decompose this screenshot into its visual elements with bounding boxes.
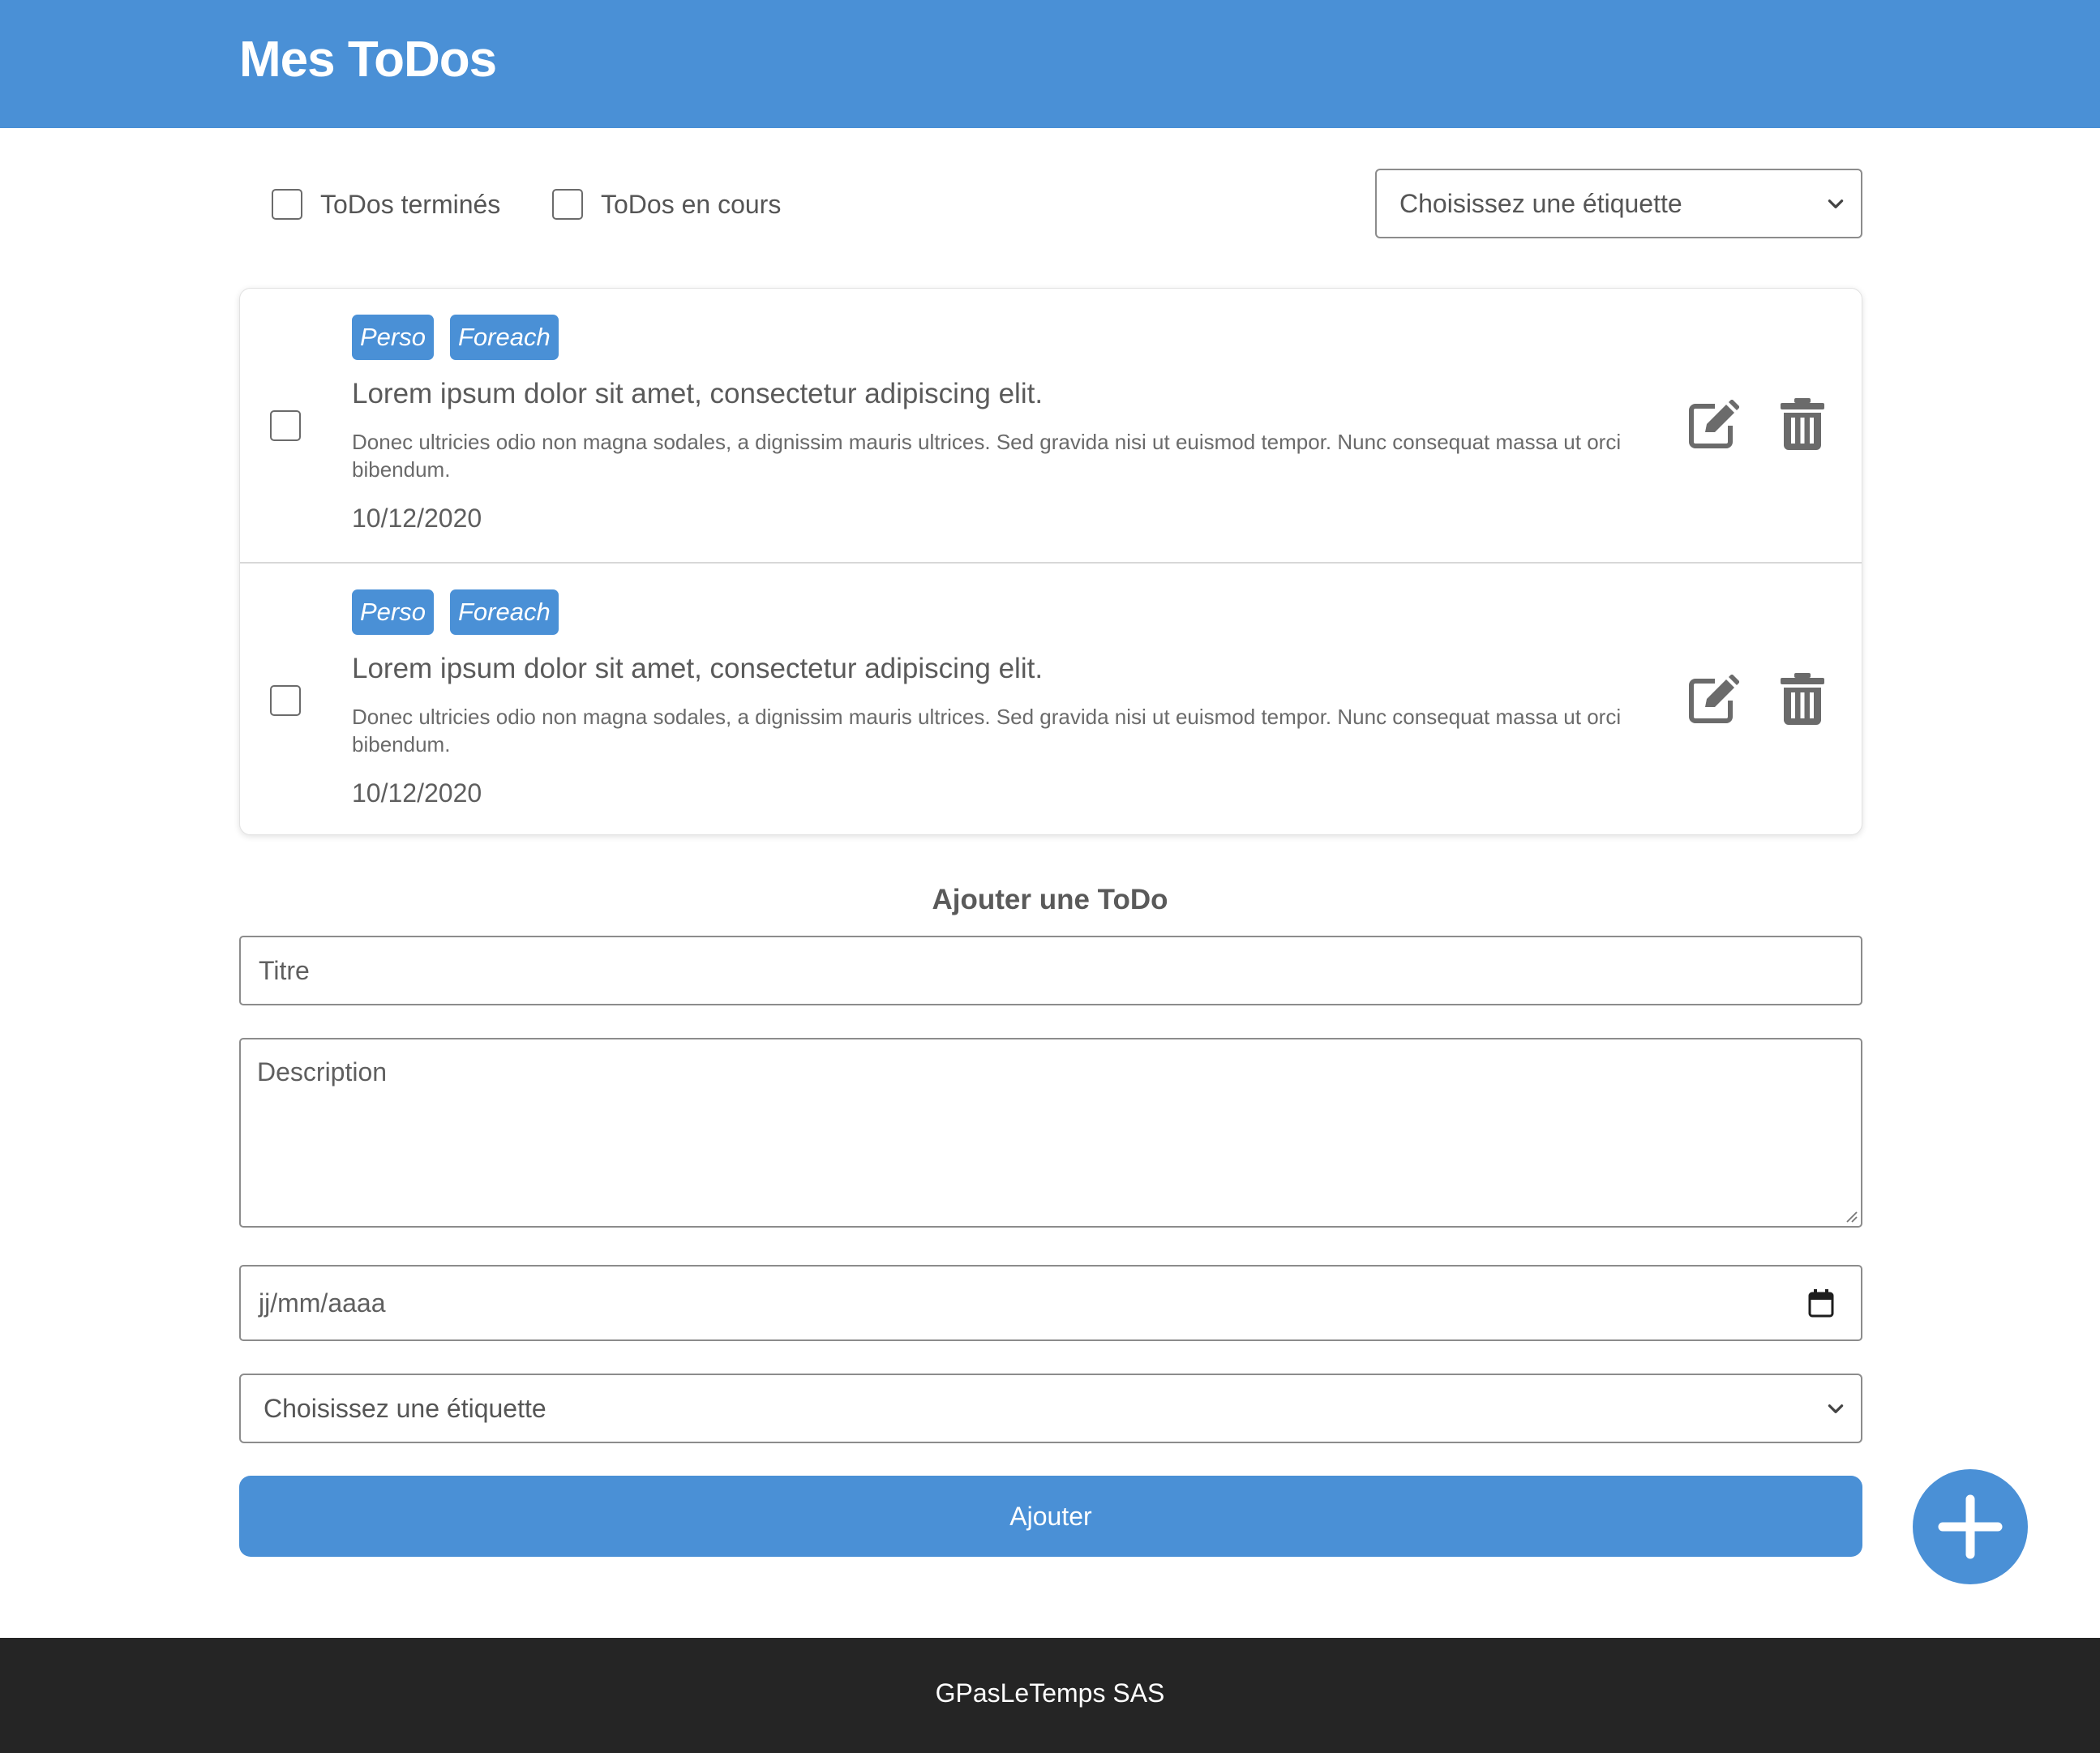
- filter-tag-select-value: Choisissez une étiquette: [1399, 188, 1682, 218]
- tag-select-value: Choisissez une étiquette: [264, 1393, 546, 1423]
- edit-icon[interactable]: [1687, 400, 1739, 450]
- todo-item: Perso Foreach Lorem ipsum dolor sit amet…: [240, 289, 1862, 563]
- tag-badge: Perso: [352, 315, 434, 360]
- trash-icon[interactable]: [1781, 398, 1824, 450]
- description-placeholder: Description: [257, 1057, 388, 1087]
- title-input[interactable]: Titre: [239, 936, 1862, 1005]
- filter-done[interactable]: ToDos terminés: [272, 188, 500, 221]
- add-todo-fab[interactable]: [1913, 1469, 2028, 1584]
- description-textarea[interactable]: Description: [239, 1038, 1862, 1228]
- date-input[interactable]: jj/mm/aaaa: [239, 1265, 1862, 1341]
- todo-date: 10/12/2020: [352, 504, 482, 533]
- todo-checkbox[interactable]: [270, 410, 301, 441]
- tag-badge: Perso: [352, 589, 434, 635]
- filter-in-progress-label: ToDos en cours: [601, 189, 782, 219]
- title-input-placeholder: Titre: [259, 956, 310, 985]
- app-header: Mes ToDos: [0, 0, 2100, 128]
- chevron-down-icon: [1828, 199, 1844, 208]
- add-button[interactable]: Ajouter: [239, 1476, 1862, 1557]
- tag-badge: Foreach: [449, 315, 559, 360]
- todo-list: Perso Foreach Lorem ipsum dolor sit amet…: [239, 288, 1862, 835]
- footer-text: GPasLeTemps SAS: [935, 1678, 1165, 1708]
- filter-done-label: ToDos terminés: [320, 189, 501, 219]
- footer: GPasLeTemps SAS: [0, 1638, 2100, 1753]
- calendar-icon[interactable]: [1807, 1288, 1835, 1318]
- todo-date: 10/12/2020: [352, 778, 482, 808]
- todo-description: Donec ultricies odio non magna sodales, …: [352, 430, 1622, 482]
- todo-checkbox[interactable]: [270, 685, 301, 716]
- todo-item: Perso Foreach Lorem ipsum dolor sit amet…: [240, 562, 1862, 834]
- tag-select[interactable]: Choisissez une étiquette: [239, 1374, 1862, 1443]
- todo-description: Donec ultricies odio non magna sodales, …: [352, 705, 1622, 756]
- todo-tags: Perso Foreach: [352, 315, 559, 360]
- filter-in-progress[interactable]: ToDos en cours: [552, 188, 781, 221]
- todo-title: Lorem ipsum dolor sit amet, consectetur …: [352, 378, 1044, 409]
- filter-tag-select[interactable]: Choisissez une étiquette: [1375, 169, 1862, 238]
- plus-icon: [1938, 1494, 2003, 1559]
- filter-done-checkbox[interactable]: [272, 189, 302, 220]
- page-title: Mes ToDos: [239, 32, 497, 88]
- tag-badge: Foreach: [449, 589, 559, 635]
- date-input-placeholder: jj/mm/aaaa: [259, 1288, 386, 1318]
- todo-title: Lorem ipsum dolor sit amet, consectetur …: [352, 653, 1044, 684]
- todo-tags: Perso Foreach: [352, 589, 559, 635]
- chevron-down-icon: [1828, 1404, 1844, 1413]
- form-heading: Ajouter une ToDo: [932, 884, 1168, 915]
- resize-grip-icon[interactable]: [1843, 1208, 1858, 1223]
- trash-icon[interactable]: [1781, 673, 1824, 725]
- edit-icon[interactable]: [1687, 675, 1739, 725]
- filter-in-progress-checkbox[interactable]: [552, 189, 583, 220]
